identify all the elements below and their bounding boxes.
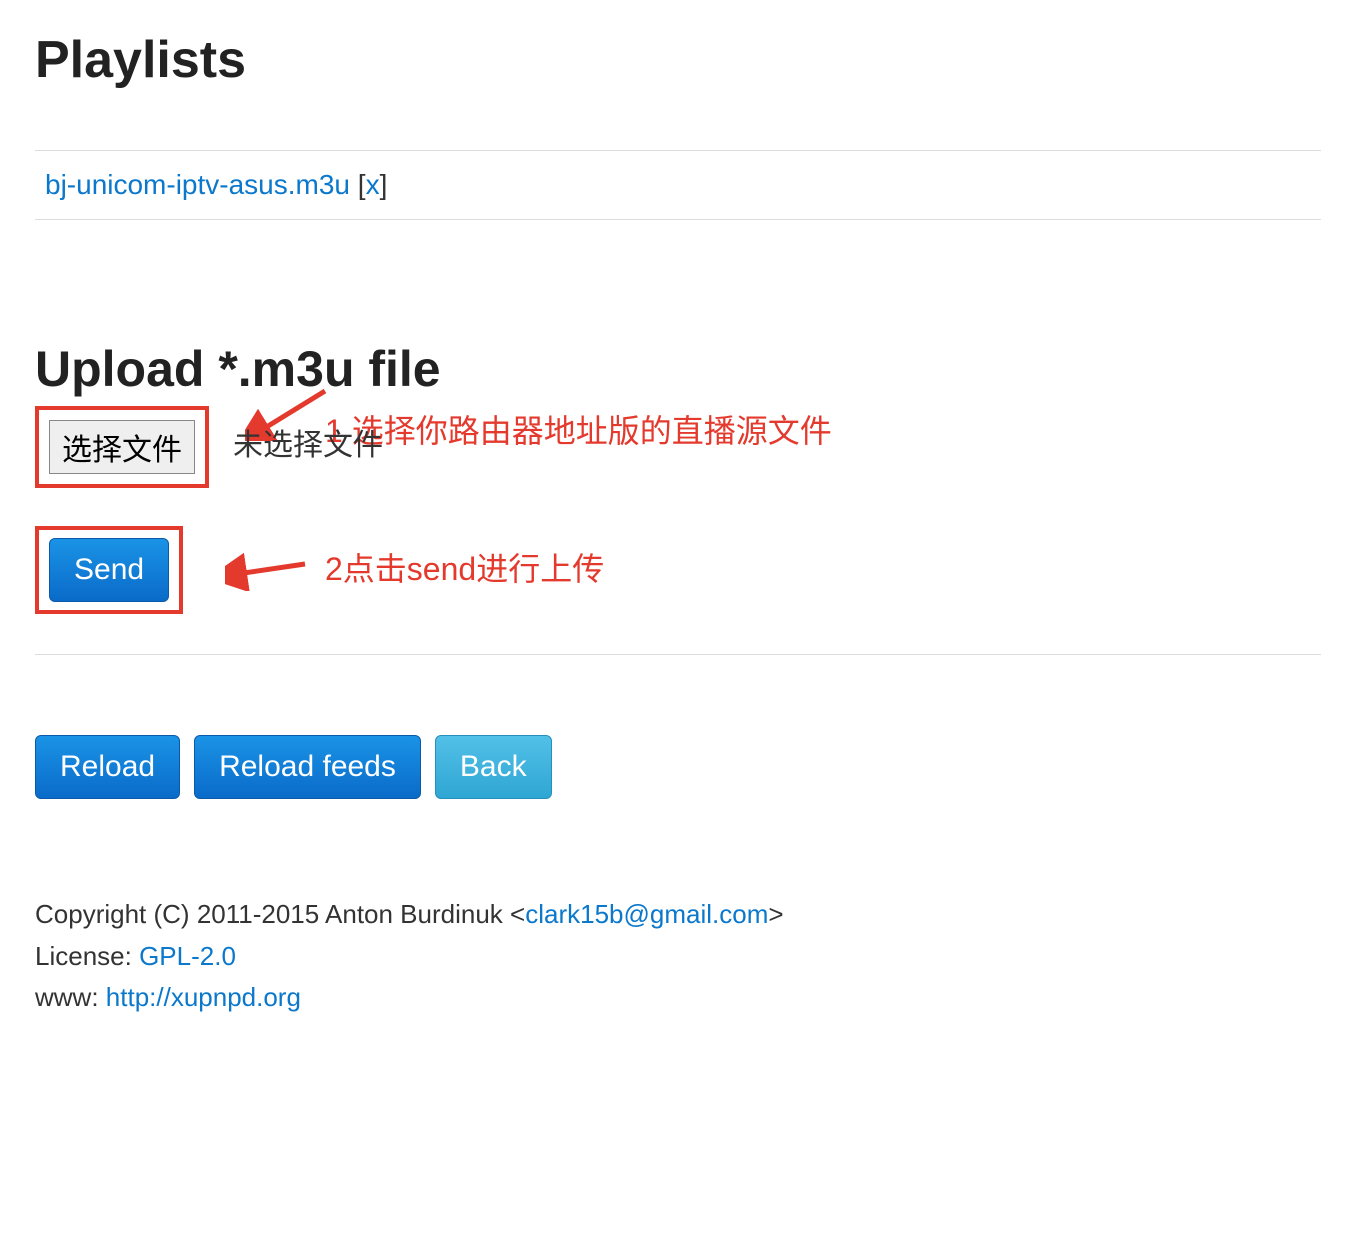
author-email-link[interactable]: clark15b@gmail.com [525,899,768,929]
divider [35,654,1321,655]
bracket-open: [ [350,169,366,200]
action-button-row: Reload Reload feeds Back [35,735,1321,799]
choose-file-button[interactable]: 选择文件 [49,420,195,474]
annotation-highlight-box: 选择文件 [35,406,209,488]
delete-playlist-link[interactable]: x [366,169,380,200]
reload-button[interactable]: Reload [35,735,180,799]
playlist-link[interactable]: bj-unicom-iptv-asus.m3u [45,169,350,200]
website-link[interactable]: http://xupnpd.org [106,982,301,1012]
playlists-heading: Playlists [35,30,1321,90]
www-label: www: [35,982,106,1012]
annotation-highlight-box: Send [35,526,183,614]
reload-feeds-button[interactable]: Reload feeds [194,735,421,799]
copyright-text: Copyright (C) 2011-2015 Anton Burdinuk < [35,899,525,929]
footer: Copyright (C) 2011-2015 Anton Burdinuk <… [35,894,1321,1019]
playlist-item: bj-unicom-iptv-asus.m3u [x] [35,151,1321,219]
arrow-icon [225,546,310,591]
back-button[interactable]: Back [435,735,552,799]
license-label: License: [35,941,139,971]
upload-heading: Upload *.m3u file [35,340,1321,398]
bracket-close: ] [380,169,388,200]
send-button[interactable]: Send [49,538,169,602]
license-link[interactable]: GPL-2.0 [139,941,236,971]
annotation-step-2: 2点击send进行上传 [325,544,604,590]
file-selected-status: 未选择文件 [233,420,383,464]
